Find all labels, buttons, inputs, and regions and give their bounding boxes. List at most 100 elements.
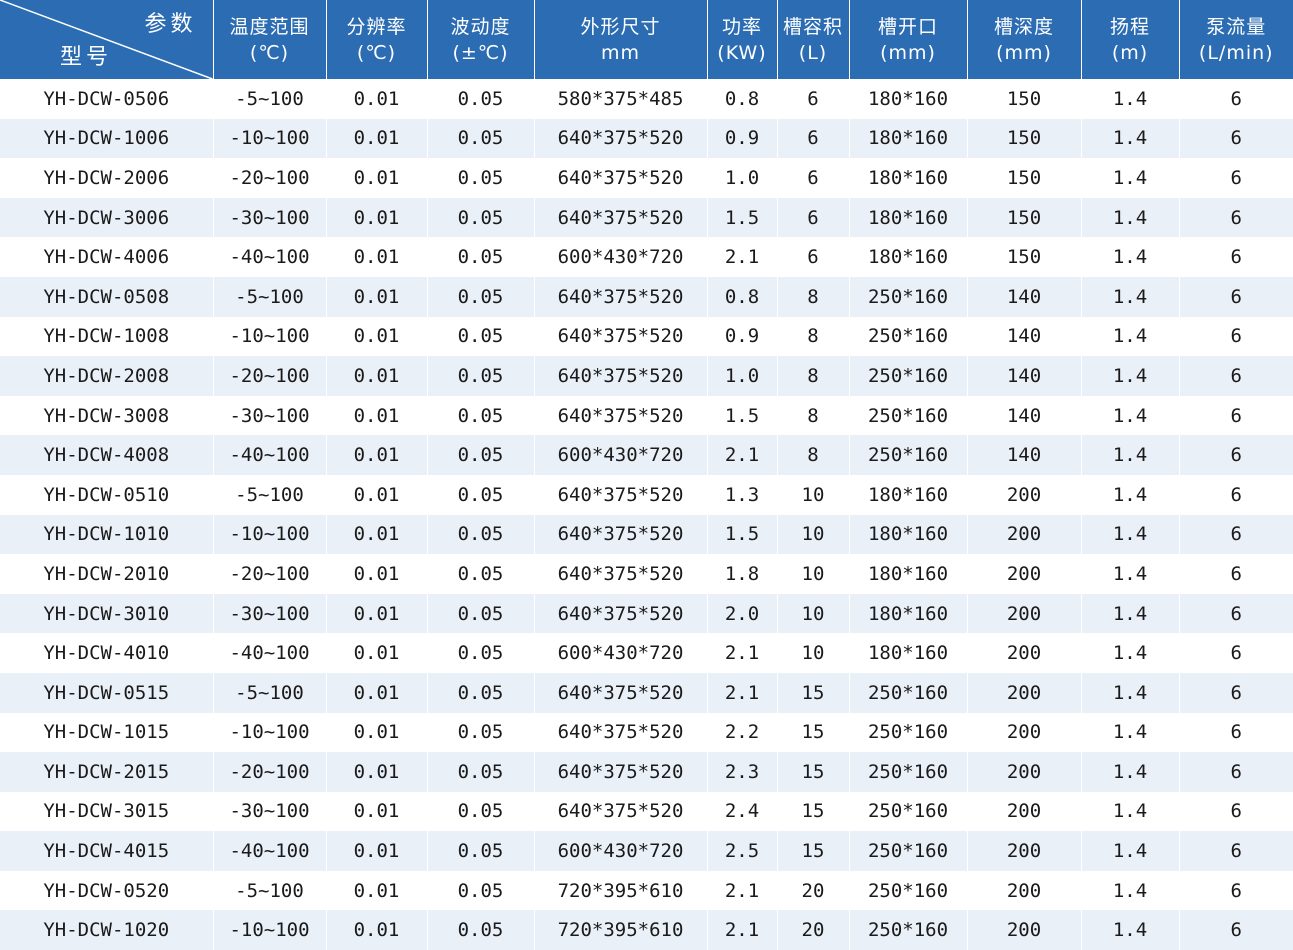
cell-fluctuation: 0.05 xyxy=(427,198,534,238)
header-label: 温度范围 xyxy=(214,14,326,40)
cell-dimensions: 640*375*520 xyxy=(534,158,707,198)
table-row: YH-DCW-0520-5~1000.010.05720*395*6102.12… xyxy=(0,871,1293,911)
cell-tank-opening: 180*160 xyxy=(849,237,967,277)
cell-dimensions: 640*375*520 xyxy=(534,119,707,159)
cell-pump-head: 1.4 xyxy=(1081,277,1179,317)
cell-power: 1.8 xyxy=(707,554,777,594)
cell-pump-head: 1.4 xyxy=(1081,475,1179,515)
cell-dimensions: 640*375*520 xyxy=(534,713,707,753)
cell-tank-volume: 8 xyxy=(777,317,849,357)
table-row: YH-DCW-4015-40~1000.010.05600*430*7202.5… xyxy=(0,831,1293,871)
cell-power: 1.0 xyxy=(707,158,777,198)
cell-tank-opening: 180*160 xyxy=(849,475,967,515)
cell-model: YH-DCW-0510 xyxy=(0,475,213,515)
cell-tank-volume: 20 xyxy=(777,871,849,911)
cell-temp-range: -5~100 xyxy=(213,277,326,317)
cell-resolution: 0.01 xyxy=(326,119,427,159)
cell-pump-head: 1.4 xyxy=(1081,910,1179,950)
table-row: YH-DCW-2006-20~1000.010.05640*375*5201.0… xyxy=(0,158,1293,198)
cell-power: 2.1 xyxy=(707,871,777,911)
cell-resolution: 0.01 xyxy=(326,633,427,673)
cell-pump-flow: 6 xyxy=(1179,396,1293,436)
cell-tank-volume: 10 xyxy=(777,633,849,673)
cell-model: YH-DCW-4015 xyxy=(0,831,213,871)
cell-tank-opening: 180*160 xyxy=(849,594,967,634)
cell-power: 0.8 xyxy=(707,277,777,317)
cell-tank-volume: 10 xyxy=(777,475,849,515)
cell-tank-volume: 8 xyxy=(777,277,849,317)
cell-temp-range: -20~100 xyxy=(213,356,326,396)
cell-pump-head: 1.4 xyxy=(1081,594,1179,634)
cell-tank-depth: 200 xyxy=(967,633,1081,673)
cell-dimensions: 720*395*610 xyxy=(534,871,707,911)
cell-fluctuation: 0.05 xyxy=(427,119,534,159)
cell-temp-range: -20~100 xyxy=(213,554,326,594)
cell-fluctuation: 0.05 xyxy=(427,158,534,198)
cell-tank-depth: 140 xyxy=(967,356,1081,396)
table-row: YH-DCW-3008-30~1000.010.05640*375*5201.5… xyxy=(0,396,1293,436)
cell-resolution: 0.01 xyxy=(326,356,427,396)
cell-resolution: 0.01 xyxy=(326,515,427,555)
cell-model: YH-DCW-2015 xyxy=(0,752,213,792)
cell-tank-depth: 200 xyxy=(967,515,1081,555)
cell-temp-range: -30~100 xyxy=(213,198,326,238)
cell-tank-volume: 15 xyxy=(777,752,849,792)
cell-model: YH-DCW-0520 xyxy=(0,871,213,911)
cell-dimensions: 720*395*610 xyxy=(534,910,707,950)
cell-tank-volume: 6 xyxy=(777,237,849,277)
cell-tank-opening: 250*160 xyxy=(849,752,967,792)
cell-temp-range: -10~100 xyxy=(213,119,326,159)
cell-dimensions: 640*375*520 xyxy=(534,277,707,317)
cell-tank-depth: 140 xyxy=(967,277,1081,317)
cell-fluctuation: 0.05 xyxy=(427,752,534,792)
cell-model: YH-DCW-0508 xyxy=(0,277,213,317)
header-label: 外形尺寸 xyxy=(535,14,707,40)
cell-pump-head: 1.4 xyxy=(1081,554,1179,594)
cell-tank-opening: 250*160 xyxy=(849,831,967,871)
cell-resolution: 0.01 xyxy=(326,673,427,713)
cell-pump-flow: 6 xyxy=(1179,515,1293,555)
cell-model: YH-DCW-1020 xyxy=(0,910,213,950)
cell-resolution: 0.01 xyxy=(326,79,427,119)
cell-tank-volume: 10 xyxy=(777,515,849,555)
cell-resolution: 0.01 xyxy=(326,594,427,634)
cell-dimensions: 640*375*520 xyxy=(534,475,707,515)
cell-power: 1.5 xyxy=(707,198,777,238)
cell-tank-opening: 250*160 xyxy=(849,673,967,713)
cell-pump-head: 1.4 xyxy=(1081,79,1179,119)
cell-resolution: 0.01 xyxy=(326,871,427,911)
cell-model: YH-DCW-2006 xyxy=(0,158,213,198)
cell-tank-depth: 200 xyxy=(967,871,1081,911)
header-tank-depth: 槽深度(mm) xyxy=(967,0,1081,79)
cell-temp-range: -40~100 xyxy=(213,237,326,277)
cell-tank-depth: 200 xyxy=(967,475,1081,515)
cell-pump-flow: 6 xyxy=(1179,356,1293,396)
cell-pump-head: 1.4 xyxy=(1081,158,1179,198)
cell-fluctuation: 0.05 xyxy=(427,673,534,713)
cell-tank-depth: 200 xyxy=(967,554,1081,594)
header-pump-flow: 泵流量(L/min) xyxy=(1179,0,1293,79)
header-label: 波动度 xyxy=(428,14,534,40)
cell-tank-depth: 140 xyxy=(967,396,1081,436)
cell-power: 2.4 xyxy=(707,792,777,832)
cell-tank-opening: 250*160 xyxy=(849,871,967,911)
header-label: 槽容积 xyxy=(778,14,849,40)
cell-fluctuation: 0.05 xyxy=(427,594,534,634)
cell-fluctuation: 0.05 xyxy=(427,713,534,753)
cell-model: YH-DCW-0515 xyxy=(0,673,213,713)
cell-model: YH-DCW-3015 xyxy=(0,792,213,832)
cell-temp-range: -30~100 xyxy=(213,396,326,436)
cell-tank-volume: 6 xyxy=(777,158,849,198)
cell-tank-volume: 6 xyxy=(777,198,849,238)
cell-resolution: 0.01 xyxy=(326,554,427,594)
cell-power: 1.3 xyxy=(707,475,777,515)
cell-resolution: 0.01 xyxy=(326,158,427,198)
cell-power: 2.1 xyxy=(707,237,777,277)
cell-power: 1.5 xyxy=(707,396,777,436)
cell-tank-opening: 180*160 xyxy=(849,198,967,238)
cell-power: 2.3 xyxy=(707,752,777,792)
cell-tank-depth: 140 xyxy=(967,317,1081,357)
cell-tank-depth: 150 xyxy=(967,119,1081,159)
table-row: YH-DCW-1015-10~1000.010.05640*375*5202.2… xyxy=(0,713,1293,753)
cell-tank-opening: 250*160 xyxy=(849,356,967,396)
